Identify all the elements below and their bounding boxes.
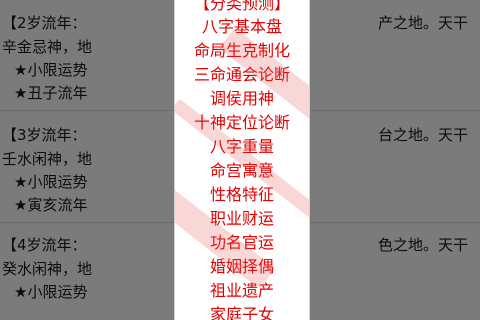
menu-item-bazi-weight[interactable]: 八字重量 [175, 135, 309, 159]
menu-item-personality[interactable]: 性格特征 [175, 183, 309, 207]
menu-item-career-wealth[interactable]: 职业财运 [175, 207, 309, 231]
menu-item-life-palace[interactable]: 命宫寓意 [175, 159, 309, 183]
year-detail: ★小限运势 [14, 283, 88, 301]
year-heading: 【4岁流年： [2, 236, 87, 254]
year-detail: 癸水闲神，地 [2, 260, 93, 278]
year-right-text: 台之地。天干 [378, 126, 469, 144]
menu-item-inheritance[interactable]: 祖业遗产 [175, 279, 309, 303]
menu-title: 【分类预测】 [193, 0, 290, 13]
year-detail: 辛金忌神，地 [2, 38, 93, 56]
menu-item-bazi-chart[interactable]: 八字基本盘 [175, 15, 309, 39]
year-right-text: 色之地。天干 [378, 236, 469, 254]
year-detail: ★寅亥流年 [14, 196, 88, 214]
year-detail: ★小限运势 [14, 173, 88, 191]
menu-item-official-luck[interactable]: 功名官运 [175, 231, 309, 255]
year-detail: ★小限运势 [14, 61, 88, 79]
year-detail: 壬水闲神，地 [2, 150, 93, 168]
category-menu: 【分类预测】 八字基本盘 命局生克制化 三命通会论断 调侯用神 十神定位论断 八… [174, 0, 310, 320]
menu-item-ten-gods[interactable]: 十神定位论断 [175, 111, 309, 135]
menu-item-family-children[interactable]: 家庭子女 [175, 303, 309, 320]
year-heading: 【2岁流年： [2, 14, 87, 32]
menu-item-climate-god[interactable]: 调侯用神 [175, 87, 309, 111]
year-detail: ★丑子流年 [14, 84, 88, 102]
menu-item-sanming-tonghui[interactable]: 三命通会论断 [175, 63, 309, 87]
year-right-text: 产之地。天干 [378, 14, 469, 32]
year-heading: 【3岁流年： [2, 126, 87, 144]
menu-item-marriage[interactable]: 婚姻择偶 [175, 255, 309, 279]
menu-item-generation-control[interactable]: 命局生克制化 [175, 39, 309, 63]
